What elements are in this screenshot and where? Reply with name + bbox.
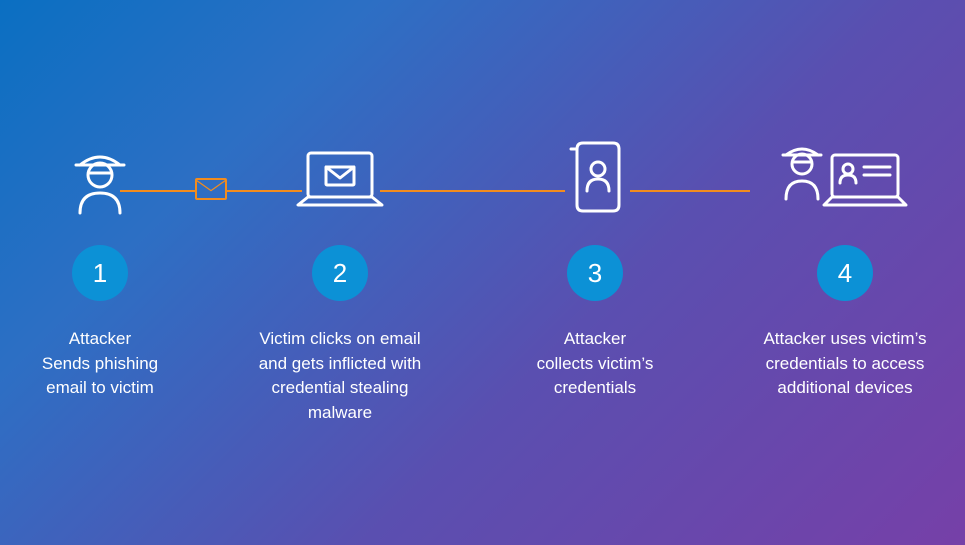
- step-badge-1: 1: [72, 245, 128, 301]
- credentials-scroll-icon: [495, 135, 695, 215]
- step-1: 1 AttackerSends phishingemail to victim: [0, 135, 200, 401]
- laptop-mail-icon: [240, 135, 440, 215]
- step-description: Attacker uses victim’scredentials to acc…: [735, 327, 955, 401]
- step-description: Attackercollects victim’scredentials: [495, 327, 695, 401]
- step-description: Victim clicks on emailand gets inflicted…: [240, 327, 440, 426]
- step-number: 1: [93, 258, 107, 289]
- attacker-device-icon: [735, 135, 955, 215]
- attacker-icon: [0, 135, 200, 215]
- step-badge-3: 3: [567, 245, 623, 301]
- step-number: 4: [838, 258, 852, 289]
- step-badge-4: 4: [817, 245, 873, 301]
- step-description: AttackerSends phishingemail to victim: [0, 327, 200, 401]
- step-2: 2 Victim clicks on emailand gets inflict…: [240, 135, 440, 426]
- step-3: 3 Attackercollects victim’scredentials: [495, 135, 695, 401]
- step-number: 3: [588, 258, 602, 289]
- step-4: 4 Attacker uses victim’scredentials to a…: [735, 135, 955, 401]
- step-badge-2: 2: [312, 245, 368, 301]
- step-number: 2: [333, 258, 347, 289]
- attack-flow-diagram: 1 AttackerSends phishingemail to victim …: [0, 0, 965, 545]
